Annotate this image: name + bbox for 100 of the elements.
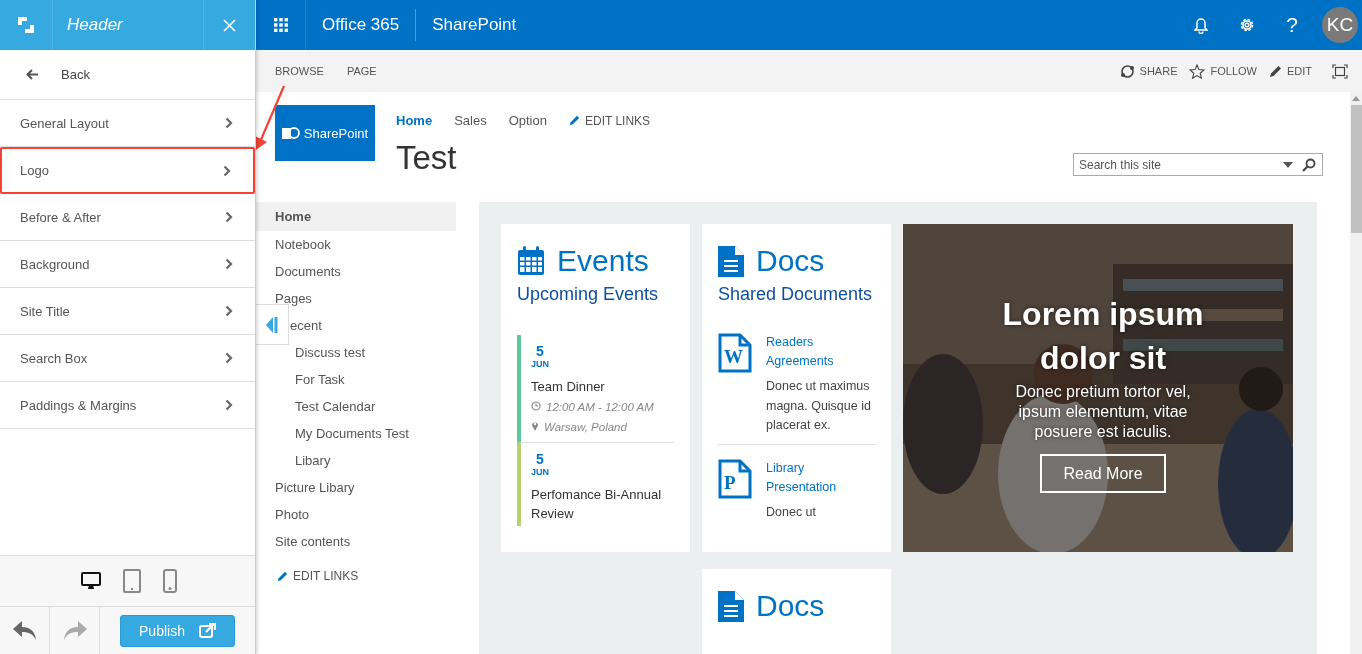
quick-launch-link[interactable]: Picture Libary (256, 474, 456, 501)
panel-title: Header (66, 15, 124, 35)
top-nav-link[interactable]: Home (396, 113, 433, 128)
event-day: 5 (531, 451, 674, 467)
card-title: Events (557, 244, 649, 278)
event-title: Perfomance Bi-Annual Review (531, 486, 663, 523)
document-description: Donec ut (766, 503, 818, 521)
search-icon[interactable] (1302, 157, 1316, 172)
clock-icon (531, 401, 541, 411)
document-description: Donec ut maximus magna. Quisque id placerat ex. (766, 378, 872, 434)
chevron-icon (225, 117, 233, 129)
tablet-icon (123, 569, 141, 593)
file-icon: P (718, 458, 752, 499)
chevron-icon (223, 164, 231, 177)
event-item[interactable]: 5 JUN Team Dinner 12:00 AM - 12:00 AM Warsaw, Poland (517, 335, 674, 443)
product-name[interactable]: SharePoint (416, 15, 517, 35)
quick-launch-link[interactable]: For Task (256, 366, 456, 393)
help-button[interactable]: ? (1286, 13, 1298, 37)
share-circle-icon (1119, 63, 1135, 79)
back-arrow-icon (26, 69, 39, 80)
ribbon-action[interactable]: FOLLOW (1189, 63, 1257, 79)
chevron-icon (225, 211, 233, 223)
quick-launch-link[interactable]: ecent (290, 312, 322, 339)
dropdown-caret-icon[interactable] (1283, 161, 1293, 168)
event-day: 5 (531, 343, 674, 359)
menu-item[interactable]: Background (0, 241, 255, 288)
menu-item-label: Search Box (20, 350, 88, 366)
notification-bell-icon[interactable] (1194, 16, 1209, 34)
menu-item[interactable]: General Layout (0, 100, 255, 147)
event-location: Warsaw, Poland (544, 420, 627, 435)
event-month: JUN (531, 359, 550, 369)
card-title: Docs (756, 589, 825, 623)
site-logo[interactable]: SharePoint (275, 105, 375, 161)
ribbon-tab[interactable]: PAGE (346, 65, 377, 77)
ribbon-action[interactable]: EDIT (1268, 64, 1312, 78)
ribbon-action[interactable]: SHARE (1119, 63, 1178, 79)
star-icon (1189, 63, 1206, 79)
back-button[interactable]: Back (0, 50, 255, 100)
pencil-icon (568, 115, 580, 126)
menu-item[interactable]: Before & After (0, 194, 255, 241)
external-link-icon (198, 623, 216, 638)
quick-launch-link[interactable]: Test Calendar (256, 393, 456, 420)
collapse-icon (266, 316, 278, 333)
phone-icon (163, 569, 177, 593)
quick-launch-link[interactable]: Home (256, 202, 456, 231)
file-icon: W (718, 333, 752, 373)
waffle-icon (273, 18, 288, 32)
menu-item[interactable]: Logo (0, 147, 255, 194)
menu-item[interactable]: Search Box (0, 335, 255, 382)
card-subtitle[interactable]: Shared Documents (718, 284, 875, 305)
scrollbar-thumb[interactable] (1350, 105, 1362, 233)
chevron-icon (225, 258, 233, 270)
top-nav-link[interactable]: Sales (454, 113, 487, 128)
read-more-button[interactable]: Read More (1040, 454, 1166, 493)
event-time: 12:00 AM - 12:00 AM (546, 400, 654, 415)
focus-mode-icon[interactable] (1332, 63, 1348, 79)
card-subtitle[interactable]: Upcoming Events (517, 284, 674, 305)
quick-launch-link[interactable]: Pages (256, 285, 456, 312)
document-icon (718, 245, 744, 277)
user-avatar[interactable]: KC (1322, 7, 1358, 43)
redo-icon (61, 619, 88, 642)
quick-launch-link[interactable]: Photo (256, 501, 456, 528)
edit-links-link[interactable]: EDIT LINKS (256, 569, 456, 583)
menu-item-label: Paddings & Margins (20, 397, 137, 413)
quick-launch-link[interactable]: Notebook (256, 231, 456, 258)
menu-item-label: Logo (20, 163, 49, 178)
menu-item-label: Before & After (20, 209, 101, 225)
quick-launch-link[interactable]: Site contents (256, 528, 456, 555)
menu-item-label: Background (20, 256, 90, 272)
event-title: Team Dinner (531, 378, 606, 396)
quick-launch-link[interactable]: Libary (256, 447, 456, 474)
monitor-icon (81, 571, 101, 591)
edit-links-link[interactable]: EDIT LINKS (568, 113, 651, 128)
hero-text: Donec pretium tortor vel, ipsum elementum, vitae posuere est iaculis. (1014, 382, 1192, 442)
pencil-icon (1268, 64, 1282, 78)
map-pin-icon (531, 420, 539, 431)
app-name[interactable]: Office 365 (306, 9, 417, 41)
document-link[interactable]: Readers Agreements (766, 333, 856, 371)
undo-icon (11, 619, 38, 642)
document-link[interactable]: Library Presentation (766, 458, 856, 497)
top-nav-link[interactable]: Option (508, 113, 547, 128)
ribbon-tab[interactable]: BROWSE (275, 65, 324, 77)
search-field[interactable]: Search this site (1073, 153, 1323, 176)
menu-item-label: General Layout (20, 115, 109, 131)
quick-launch-link[interactable]: Discuss test (256, 339, 456, 366)
collapse-panel-tab[interactable] (256, 304, 289, 345)
scroll-up-icon[interactable] (1352, 96, 1360, 101)
close-icon (223, 18, 236, 32)
menu-item[interactable]: Paddings & Margins (0, 382, 255, 429)
chevron-icon (225, 399, 233, 411)
menu-item[interactable]: Site Title (0, 288, 255, 335)
hero-heading: Lorem ipsum dolor sit (1001, 295, 1205, 378)
quick-launch-link[interactable]: Documents (256, 258, 456, 285)
event-item[interactable]: 5 JUN Perfomance Bi-Annual Review (517, 443, 674, 526)
calendar-icon (517, 246, 545, 276)
site-title: Test (396, 139, 458, 177)
menu-item-label: Site Title (20, 303, 70, 319)
pencil-icon (277, 570, 288, 582)
quick-launch-link[interactable]: My Documents Test (256, 420, 456, 447)
scrollbar[interactable] (1350, 92, 1362, 654)
